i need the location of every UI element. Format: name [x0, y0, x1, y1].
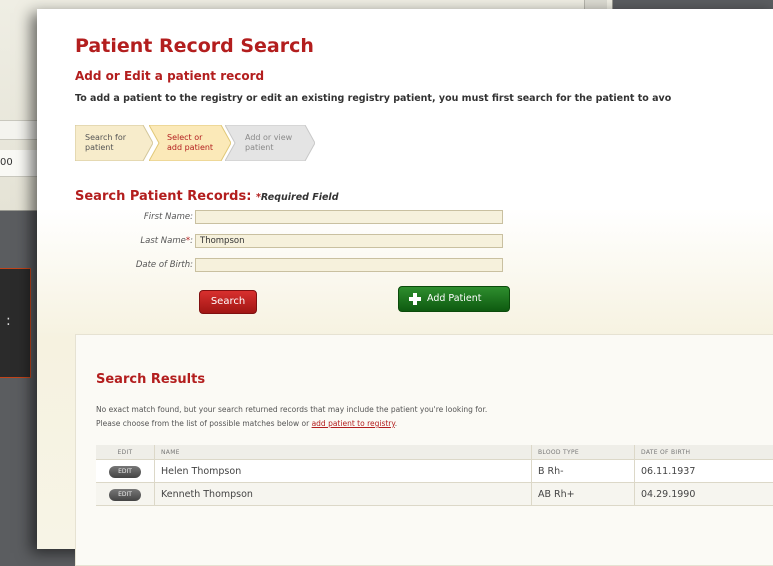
search-heading-text: Search Patient Records:: [75, 189, 251, 204]
patient-blood-type: B Rh-: [532, 460, 635, 483]
step-1-line1: Search for: [75, 133, 153, 143]
results-table: EDIT NAME BLOOD TYPE DATE OF BIRTH EDIT …: [96, 445, 773, 506]
dob-label: Date of Birth:: [43, 260, 193, 270]
patient-search-panel: Patient Record Search Add or Edit a pati…: [37, 9, 773, 549]
edit-cell: EDIT: [96, 483, 155, 506]
step-add-or-view-patient: Add or view patient: [225, 125, 315, 161]
patient-name: Helen Thompson: [155, 460, 532, 483]
search-form-heading: Search Patient Records: *Required Field: [75, 189, 339, 204]
first-name-label: First Name:: [43, 212, 193, 222]
search-results-section: Search Results No exact match found, but…: [75, 334, 773, 566]
callout-glyph: :: [6, 313, 11, 329]
search-results-message: No exact match found, but your search re…: [96, 403, 487, 431]
search-button[interactable]: Search: [199, 290, 257, 314]
column-header-blood-type[interactable]: BLOOD TYPE: [532, 445, 635, 460]
page-subtitle: Add or Edit a patient record: [75, 69, 264, 83]
background-dark-callout: :: [0, 268, 31, 378]
results-message-end: .: [395, 419, 397, 428]
required-field-text: Required Field: [261, 192, 339, 203]
patient-date-of-birth: 04.29.1990: [635, 483, 773, 506]
add-patient-button[interactable]: Add Patient: [398, 286, 510, 312]
last-name-field[interactable]: [195, 234, 503, 248]
step-2-line1: Select or: [149, 133, 231, 143]
patient-name: Kenneth Thompson: [155, 483, 532, 506]
plus-icon: [409, 293, 421, 305]
add-patient-label: Add Patient: [427, 293, 482, 304]
patient-blood-type: AB Rh+: [532, 483, 635, 506]
last-name-colon: :: [190, 236, 193, 246]
results-header-row: EDIT NAME BLOOD TYPE DATE OF BIRTH: [96, 445, 773, 460]
patient-date-of-birth: 06.11.1937: [635, 460, 773, 483]
page-title: Patient Record Search: [75, 35, 314, 57]
step-3-line2: patient: [225, 143, 315, 153]
step-select-or-add-patient: Select or add patient: [149, 125, 231, 161]
table-row[interactable]: EDIT Kenneth Thompson AB Rh+ 04.29.1990: [96, 483, 773, 506]
step-2-line2: add patient: [149, 143, 231, 153]
last-name-label-text: Last Name: [140, 236, 185, 246]
results-message-line2: Please choose from the list of possible …: [96, 419, 312, 428]
date-of-birth-field[interactable]: [195, 258, 503, 272]
add-patient-to-registry-link[interactable]: add patient to registry: [312, 419, 395, 428]
background-fragment-text: 00: [0, 151, 14, 175]
intro-text: To add a patient to the registry or edit…: [75, 93, 773, 104]
results-message-line1: No exact match found, but your search re…: [96, 405, 487, 414]
step-search-for-patient: Search for patient: [75, 125, 153, 161]
last-name-label: Last Name*:: [43, 236, 193, 246]
search-results-title: Search Results: [96, 372, 205, 387]
column-header-name[interactable]: NAME: [155, 445, 532, 460]
column-header-date-of-birth[interactable]: DATE OF BIRTH: [635, 445, 773, 460]
required-field-note: *Required Field: [256, 192, 339, 203]
first-name-field[interactable]: [195, 210, 503, 224]
step-1-line2: patient: [75, 143, 153, 153]
column-header-edit: EDIT: [96, 445, 155, 460]
edit-button[interactable]: EDIT: [109, 489, 141, 501]
edit-cell: EDIT: [96, 460, 155, 483]
step-3-line1: Add or view: [225, 133, 315, 143]
edit-button[interactable]: EDIT: [109, 466, 141, 478]
table-row[interactable]: EDIT Helen Thompson B Rh- 06.11.1937: [96, 460, 773, 483]
